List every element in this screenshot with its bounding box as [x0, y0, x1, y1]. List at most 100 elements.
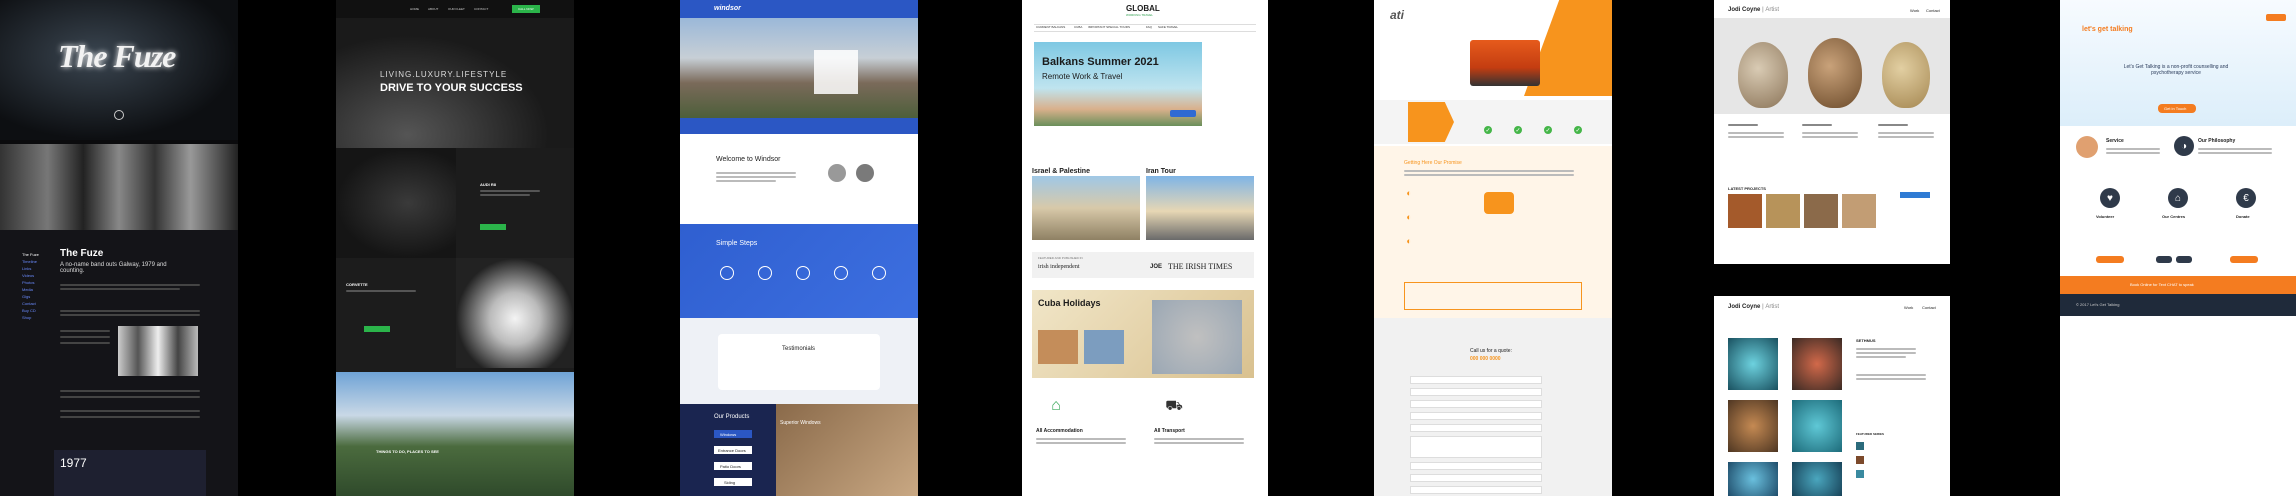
brand-logo: windsor [714, 5, 741, 12]
form-textarea[interactable] [1410, 436, 1542, 458]
check-icon: ✓ [1544, 126, 1552, 134]
quote-form[interactable] [814, 50, 858, 94]
screenshot-the-fuze: The Fuze The Fuze Timeline Links Videos … [0, 0, 238, 496]
latest-projects-title: LATEST PROJECTS [1728, 186, 1766, 191]
nav-item[interactable]: Videos [22, 273, 34, 278]
nav-item[interactable]: Photos [22, 280, 34, 285]
form-field[interactable] [1410, 486, 1542, 494]
sculpture [1808, 38, 1862, 108]
centre-tag[interactable] [2176, 256, 2192, 263]
form-field[interactable] [1410, 376, 1542, 384]
philosophy-icon: ◑ [2174, 136, 2194, 156]
timeline-year: 1977 [60, 456, 87, 470]
nav-contact[interactable]: CONTACT [474, 7, 488, 11]
cuba-title: Cuba Holidays [1038, 298, 1101, 308]
promise-title: Getting Here Our Promise [1404, 160, 1462, 166]
feature-icon: ◐ [1406, 212, 1412, 222]
project-thumb[interactable] [1766, 194, 1800, 228]
things-to-do: THINGS TO DO, PLACES TO SEE [376, 449, 439, 454]
mountain-image [336, 372, 574, 496]
nav-item[interactable]: FAQ [1146, 25, 1152, 29]
nav-item[interactable]: SAFE TRAVEL [1158, 25, 1178, 29]
intro-text: Let's Get Talking is a non-profit counse… [2123, 64, 2229, 76]
card-title: Israel & Palestine [1032, 168, 1090, 175]
form-field[interactable] [1410, 412, 1542, 420]
check-icon: ✓ [1514, 126, 1522, 134]
footer-cta-text[interactable]: Book Online for Text CHAT to speak [2130, 282, 2194, 287]
nav-item[interactable]: CURRENT BALKANS [1036, 25, 1065, 29]
form-field[interactable] [1410, 474, 1542, 482]
press-logo: JOE [1150, 264, 1163, 270]
contact-strip [680, 118, 918, 134]
series-thumb[interactable] [1856, 442, 1864, 450]
artwork[interactable] [1792, 338, 1842, 390]
col-centres: Our Centres [2162, 214, 2186, 219]
project-thumb[interactable] [1728, 194, 1762, 228]
service-photo [2076, 136, 2098, 158]
logo: let's get talking [2082, 26, 2133, 33]
artwork[interactable] [1792, 462, 1842, 496]
donate-button[interactable] [2230, 256, 2258, 263]
nav-item[interactable]: Links [22, 266, 31, 271]
form-field[interactable] [1410, 400, 1542, 408]
nav-item[interactable]: IMPORTANT SPECIAL TOURS [1088, 25, 1130, 29]
team-avatar-1 [828, 164, 846, 182]
header-cta[interactable] [2266, 14, 2286, 21]
screenshot-windsor: windsor Welcome to Windsor Simple Steps … [680, 0, 918, 496]
car-title-corvette: CORVETTE [346, 282, 368, 287]
page-subtitle: A no-name band outs Galway, 1979 and cou… [60, 262, 167, 274]
nav-about[interactable]: ABOUT [428, 7, 438, 11]
series-thumb[interactable] [1856, 470, 1864, 478]
nav-item[interactable]: Contact [22, 301, 36, 306]
scroll-down-icon[interactable] [114, 110, 124, 120]
nav-home[interactable]: HOME [410, 7, 419, 11]
screenshot-ati-freight: ati ✓ ✓ ✓ ✓ Getting Here Our Promise ◐ ◐… [1374, 0, 1612, 496]
cuba-photo [1084, 330, 1124, 364]
nav-item[interactable]: Buy CD [22, 308, 36, 313]
artwork[interactable] [1728, 462, 1778, 496]
col-donate: Donate [2236, 214, 2250, 219]
project-thumb[interactable] [1804, 194, 1838, 228]
volunteer-button[interactable] [2096, 256, 2124, 263]
testimonial-card [718, 334, 880, 390]
nav-item[interactable]: Shop [22, 315, 31, 320]
nav-contact[interactable]: Contact [1926, 8, 1940, 13]
form-field[interactable] [1410, 424, 1542, 432]
hero-headline: DRIVE TO YOUR SUCCESS [380, 82, 523, 94]
nav-item[interactable]: Media [22, 287, 33, 292]
centre-tag[interactable] [2156, 256, 2172, 263]
nav-work[interactable]: Work [1904, 305, 1913, 310]
form-field[interactable] [1410, 462, 1542, 470]
nav-item[interactable]: Timeline [22, 259, 37, 264]
card-israel[interactable] [1032, 176, 1140, 240]
hero-cta[interactable] [1170, 110, 1196, 117]
check-icon: ✓ [1484, 126, 1492, 134]
read-more-button[interactable] [480, 224, 506, 230]
nav-fleet[interactable]: OUR FLEET [448, 7, 465, 11]
call-now-label: CALL NOW [518, 7, 534, 11]
read-more-button-2[interactable] [364, 326, 390, 332]
nav-item[interactable]: Gigs [22, 294, 30, 299]
artwork[interactable] [1728, 400, 1778, 452]
sculpture [1738, 42, 1788, 108]
audi-image [336, 148, 456, 258]
step-icon [872, 266, 886, 280]
nav-contact[interactable]: Contact [1922, 305, 1936, 310]
form-field[interactable] [1410, 388, 1542, 396]
card-iran[interactable] [1146, 176, 1254, 240]
artwork[interactable] [1792, 400, 1842, 452]
products-image [776, 404, 918, 496]
nav-work[interactable]: Work [1910, 8, 1919, 13]
nav-item[interactable]: The Fuze [22, 252, 39, 257]
artwork[interactable] [1728, 338, 1778, 390]
read-more-button[interactable] [1900, 192, 1930, 198]
car-title-audi: AUDI R8 [480, 182, 497, 187]
volunteer-icon: ♥ [2100, 188, 2120, 208]
superior-title: Superior Windows [780, 420, 821, 426]
brand-role: Artist [1765, 304, 1780, 310]
project-thumb[interactable] [1842, 194, 1876, 228]
series-thumb[interactable] [1856, 456, 1864, 464]
ati-logo: ati [1390, 8, 1405, 22]
col-volunteer: Volunteer [2096, 214, 2115, 219]
nav-item[interactable]: CUBA [1074, 25, 1082, 29]
